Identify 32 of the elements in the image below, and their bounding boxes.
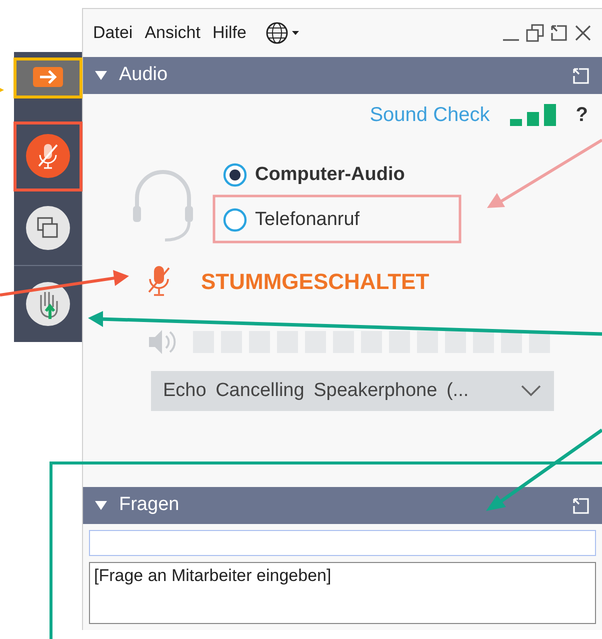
mute-status: STUMMGESCHALTET bbox=[201, 268, 430, 296]
screens-icon bbox=[25, 204, 71, 250]
globe-icon bbox=[266, 22, 300, 44]
panel-title: Fragen bbox=[119, 493, 180, 518]
annotation-arrow bbox=[0, 88, 4, 92]
menu-item[interactable]: Datei bbox=[93, 20, 133, 46]
signal-bars-icon bbox=[510, 104, 556, 126]
radio-option[interactable]: Computer-Audio bbox=[213, 156, 415, 194]
device-dropdown[interactable]: Echo Cancelling Speakerphone (... bbox=[151, 371, 554, 411]
restore-icon[interactable] bbox=[526, 24, 544, 42]
radio-button[interactable] bbox=[223, 208, 247, 232]
question-field[interactable]: [Frage an Mitarbeiter eingeben] bbox=[89, 562, 596, 624]
radio-option[interactable]: Telefonanruf bbox=[213, 201, 415, 239]
panel-title: Audio bbox=[119, 63, 168, 88]
close-icon[interactable] bbox=[574, 24, 592, 42]
muted-mic-icon bbox=[25, 133, 71, 179]
help-button[interactable]: ? bbox=[576, 100, 588, 130]
radio-button[interactable] bbox=[223, 163, 247, 187]
menu-item[interactable]: Ansicht bbox=[144, 20, 200, 46]
popout-icon[interactable] bbox=[550, 24, 568, 42]
highlight-frame bbox=[14, 122, 82, 192]
collapse-icon[interactable] bbox=[95, 70, 107, 80]
chevron-down-icon bbox=[520, 384, 542, 398]
panel-header[interactable]: Audio bbox=[83, 57, 602, 94]
menu-item[interactable]: Hilfe bbox=[212, 20, 246, 46]
arrow-right-icon bbox=[33, 67, 63, 87]
collapse-icon[interactable] bbox=[95, 500, 107, 510]
answer-field[interactable] bbox=[89, 530, 596, 556]
raise-hand-icon bbox=[25, 281, 71, 327]
panel-header[interactable]: Fragen bbox=[83, 487, 602, 524]
language-button[interactable] bbox=[266, 22, 300, 44]
highlight-frame bbox=[14, 58, 82, 98]
